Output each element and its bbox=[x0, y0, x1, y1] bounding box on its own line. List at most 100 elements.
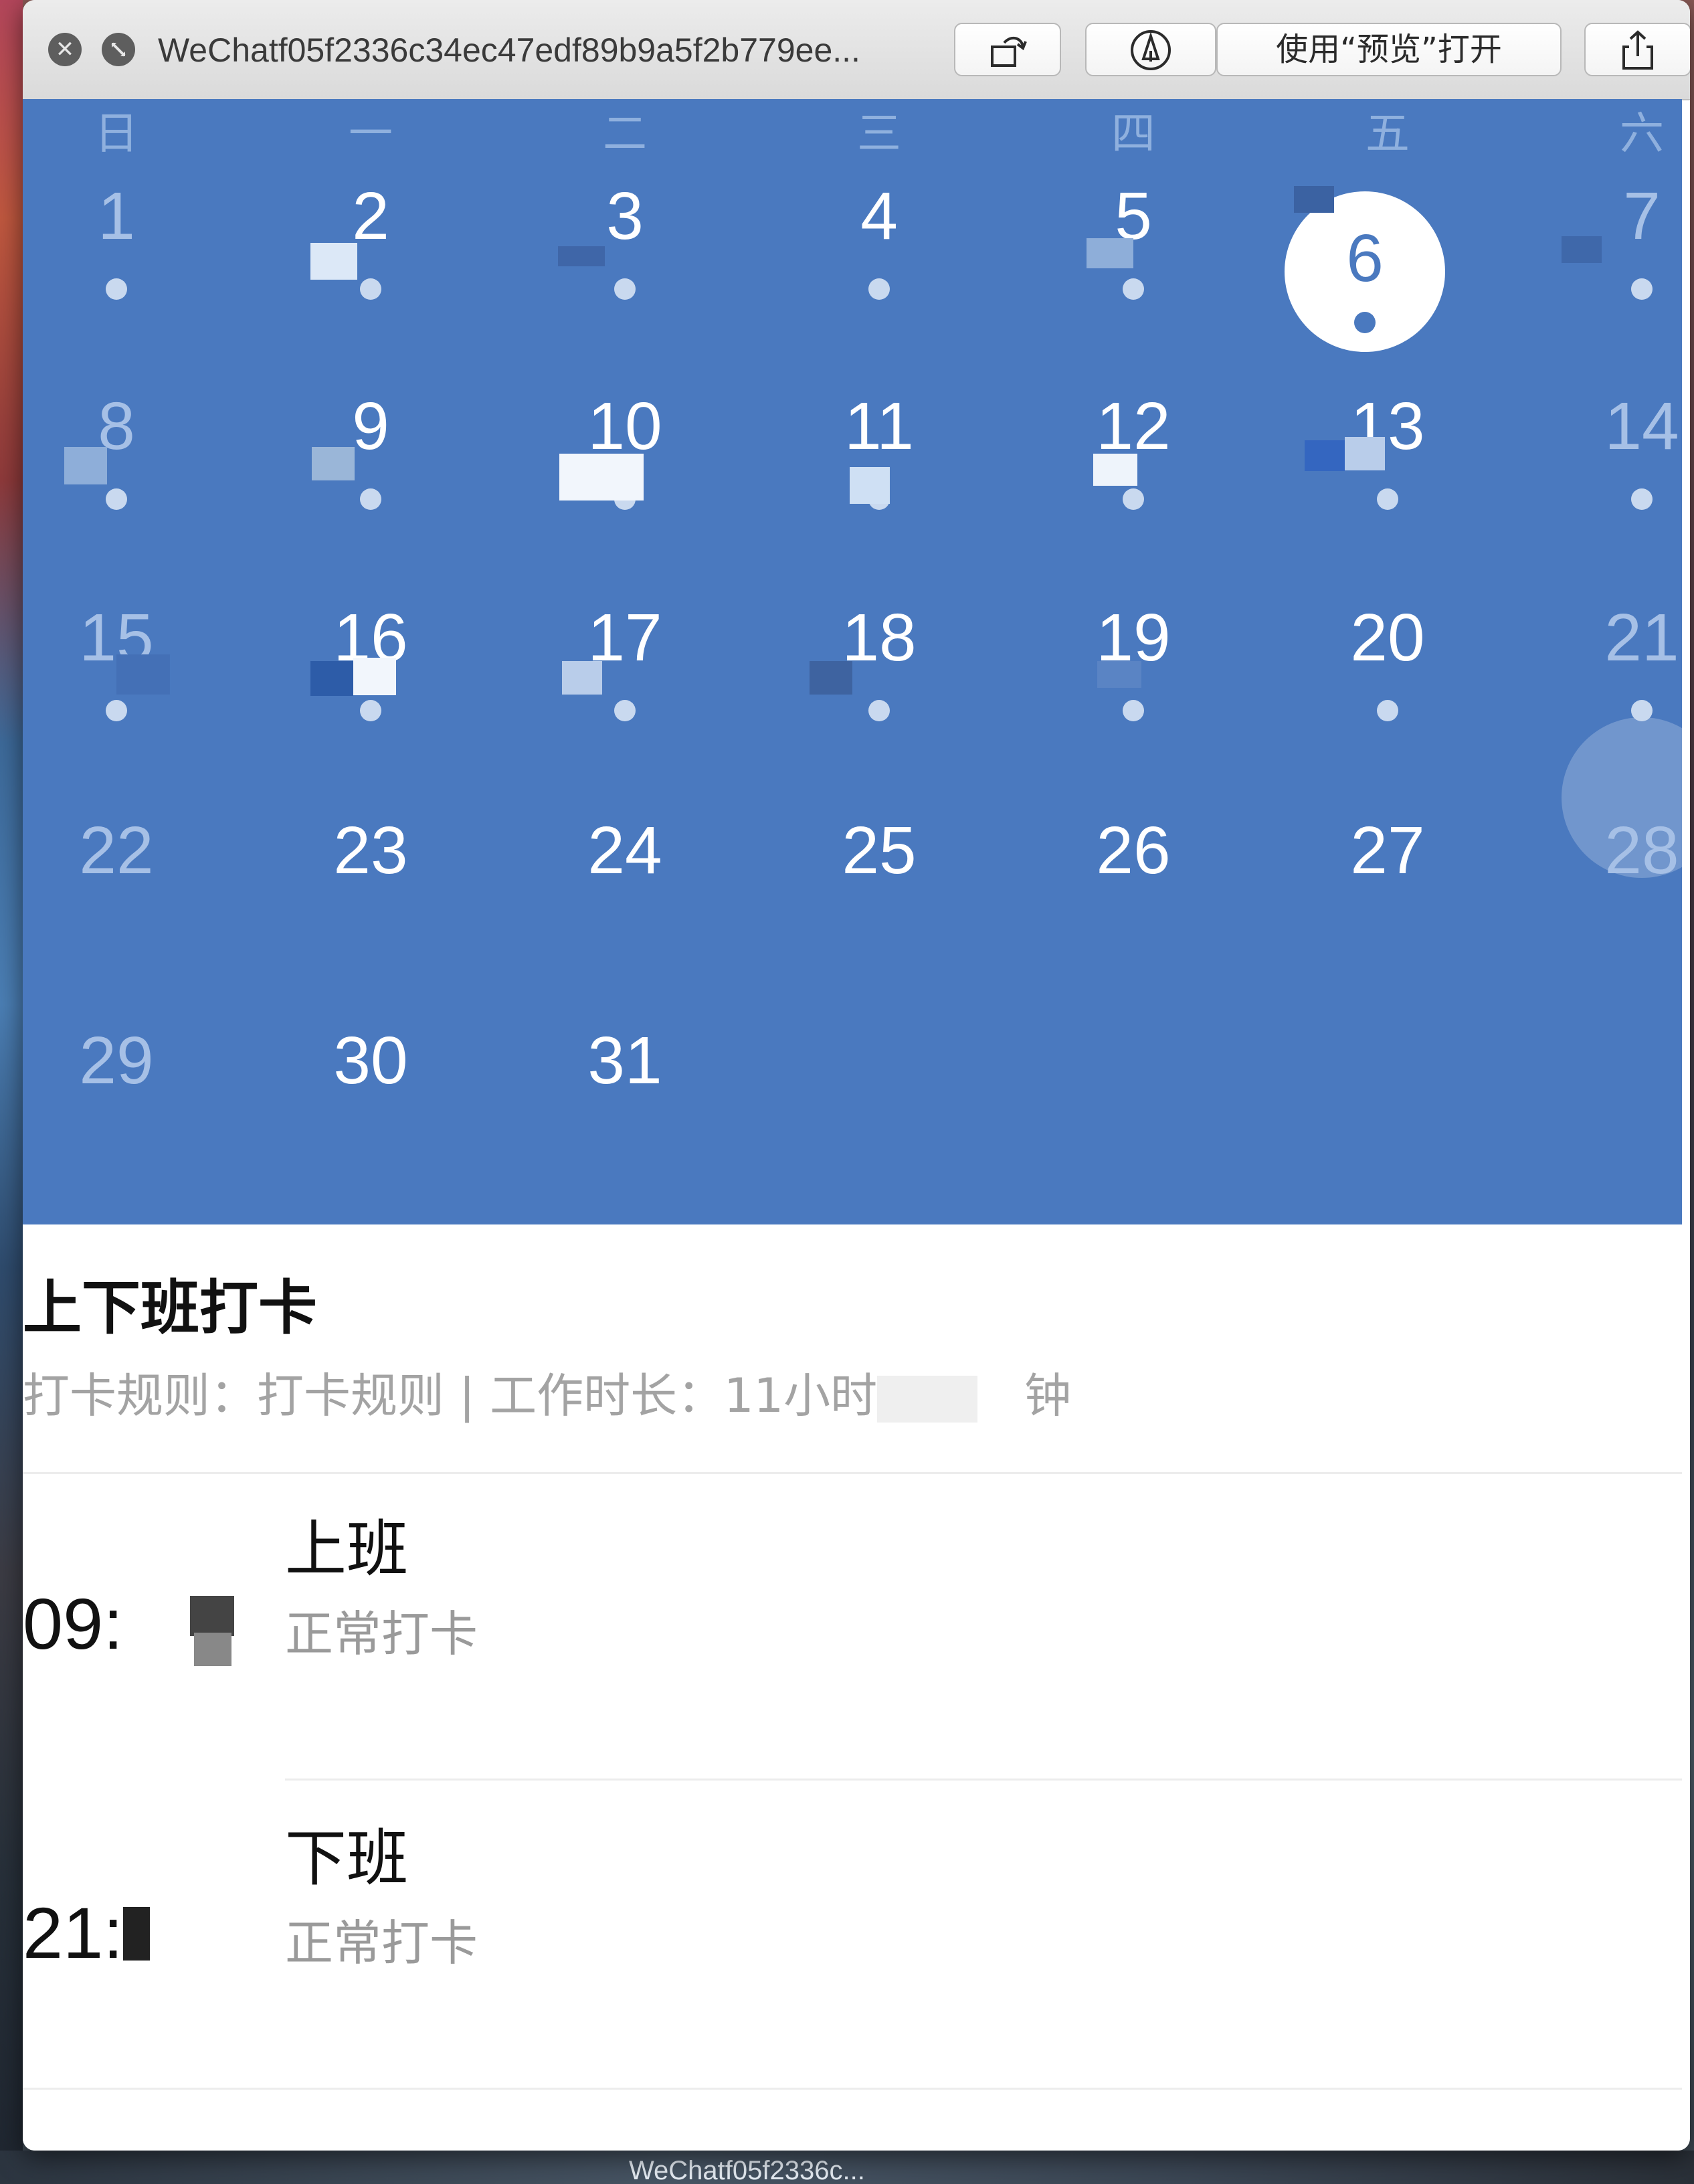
weekday-label: 日 bbox=[94, 108, 138, 159]
calendar-day[interactable]: 31 bbox=[498, 1010, 752, 1111]
section-divider bbox=[23, 1472, 1682, 1474]
calendar-day[interactable]: 7 bbox=[1515, 166, 1690, 266]
redaction-block bbox=[310, 243, 357, 280]
rotate-icon bbox=[991, 36, 1027, 67]
record-dot bbox=[614, 700, 636, 721]
redaction-block bbox=[877, 1375, 978, 1423]
rule-text-suffix: 钟 bbox=[1024, 1368, 1072, 1423]
desktop-file-label[interactable]: WeChatf05f2336c... bbox=[629, 2156, 1432, 2184]
weekday-label: 三 bbox=[857, 108, 901, 159]
open-with-preview-button[interactable]: 使用“预览”打开 bbox=[1216, 23, 1562, 76]
record-dot bbox=[106, 700, 127, 721]
close-icon[interactable]: ✕ bbox=[48, 33, 82, 66]
record-type: 下班 bbox=[285, 1823, 409, 1894]
calendar-day[interactable]: 9 bbox=[244, 376, 498, 476]
calendar-day[interactable]: 30 bbox=[244, 1010, 498, 1111]
attendance-title: 上下班打卡 bbox=[23, 1273, 318, 1342]
markup-button[interactable] bbox=[1085, 23, 1216, 76]
redaction-block bbox=[850, 467, 890, 504]
record-dot bbox=[1123, 488, 1144, 510]
attendance-panel: 上下班打卡 打卡规则：打卡规则 | 工作时长：11小时 钟 09: 上班 正常打卡… bbox=[23, 1224, 1682, 2151]
attendance-rule-text: 打卡规则：打卡规则 | 工作时长：11小时 钟 bbox=[23, 1365, 1361, 1425]
record-time: 09: bbox=[23, 1583, 124, 1664]
record-dot bbox=[614, 278, 636, 300]
calendar-day[interactable]: 14 bbox=[1515, 376, 1690, 476]
weekday-label: 二 bbox=[603, 108, 647, 159]
calendar-day[interactable]: 21 bbox=[1515, 587, 1690, 688]
calendar-day[interactable]: 17 bbox=[498, 587, 752, 688]
calendar-day[interactable]: 23 bbox=[244, 800, 498, 901]
calendar-day[interactable]: 4 bbox=[752, 166, 1006, 266]
redaction-block bbox=[116, 654, 170, 695]
record-dot bbox=[1123, 700, 1144, 721]
record-dot bbox=[106, 278, 127, 300]
redaction-block bbox=[1087, 238, 1133, 268]
record-divider bbox=[23, 2088, 1682, 2090]
redaction-block bbox=[1097, 661, 1141, 688]
record-dot bbox=[1377, 488, 1398, 510]
weekday-label: 六 bbox=[1620, 108, 1664, 159]
calendar-day[interactable]: 29 bbox=[23, 1010, 244, 1111]
calendar-day[interactable]: 20 bbox=[1260, 587, 1515, 688]
record-dot bbox=[1354, 312, 1376, 333]
calendar-day[interactable]: 1 bbox=[23, 166, 244, 266]
weekday-label: 五 bbox=[1366, 108, 1410, 159]
redaction-block bbox=[190, 1596, 234, 1636]
quick-look-window: ✕ WeChatf05f2336c34ec47edf89b9a5f2b779ee… bbox=[23, 0, 1690, 2151]
calendar-day[interactable]: 18 bbox=[752, 587, 1006, 688]
record-dot bbox=[360, 488, 381, 510]
record-dot bbox=[1377, 700, 1398, 721]
quick-look-titlebar: ✕ WeChatf05f2336c34ec47edf89b9a5f2b779ee… bbox=[23, 0, 1690, 100]
redaction-block bbox=[1294, 186, 1334, 213]
calendar-day[interactable]: 5 bbox=[1006, 166, 1260, 266]
calendar-day[interactable]: 22 bbox=[23, 800, 244, 901]
calendar-day[interactable]: 11 bbox=[752, 376, 1006, 476]
redaction-block bbox=[1562, 236, 1602, 263]
record-dot bbox=[360, 278, 381, 300]
share-icon bbox=[1622, 30, 1653, 70]
redaction-block bbox=[123, 1907, 150, 1961]
redaction-block bbox=[1305, 440, 1345, 471]
calendar-day[interactable]: 27 bbox=[1260, 800, 1515, 901]
rule-text-main: 打卡规则：打卡规则 | 工作时长：11小时 bbox=[23, 1368, 878, 1423]
record-time: 21: bbox=[23, 1892, 124, 1973]
record-status: 正常打卡 bbox=[285, 1606, 478, 1662]
redaction-block bbox=[558, 246, 605, 266]
file-name-title: WeChatf05f2336c34ec47edf89b9a5f2b779ee..… bbox=[158, 31, 860, 69]
record-dot bbox=[106, 488, 127, 510]
share-button[interactable] bbox=[1584, 23, 1690, 76]
fullscreen-icon[interactable] bbox=[102, 33, 135, 66]
record-divider bbox=[285, 1779, 1682, 1781]
today-date-number[interactable]: 6 bbox=[1285, 218, 1445, 298]
calendar-day[interactable]: 13 bbox=[1260, 376, 1515, 476]
record-dot bbox=[360, 700, 381, 721]
redaction-block bbox=[562, 661, 602, 695]
record-dot bbox=[1631, 488, 1653, 510]
desktop-background bbox=[0, 0, 23, 2184]
calendar-day[interactable]: 26 bbox=[1006, 800, 1260, 901]
record-dot bbox=[1631, 278, 1653, 300]
redaction-block bbox=[194, 1633, 231, 1666]
rotate-button[interactable] bbox=[954, 23, 1061, 76]
record-type: 上班 bbox=[285, 1514, 409, 1585]
calendar-day[interactable]: 8 bbox=[23, 376, 244, 476]
redaction-block bbox=[312, 447, 355, 480]
calendar-day[interactable]: 3 bbox=[498, 166, 752, 266]
calendar-month-view: 日一二三四五六 12345678910111213141516171819202… bbox=[23, 99, 1690, 1224]
calendar-day[interactable]: 28 bbox=[1515, 800, 1690, 901]
calendar-day[interactable]: 24 bbox=[498, 800, 752, 901]
redaction-block bbox=[559, 454, 644, 500]
record-dot bbox=[868, 700, 890, 721]
calendar-day[interactable]: 2 bbox=[244, 166, 498, 266]
calendar-day[interactable]: 25 bbox=[752, 800, 1006, 901]
redaction-block bbox=[310, 661, 353, 696]
record-dot bbox=[1631, 700, 1653, 721]
fullscreen-arrows-icon bbox=[111, 42, 126, 57]
redaction-block bbox=[1345, 437, 1385, 470]
redaction-block bbox=[810, 661, 852, 695]
record-dot bbox=[868, 278, 890, 300]
record-dot bbox=[1123, 278, 1144, 300]
redaction-block bbox=[353, 658, 396, 695]
redaction-block bbox=[1093, 454, 1137, 486]
redaction-block bbox=[977, 1365, 1025, 1412]
